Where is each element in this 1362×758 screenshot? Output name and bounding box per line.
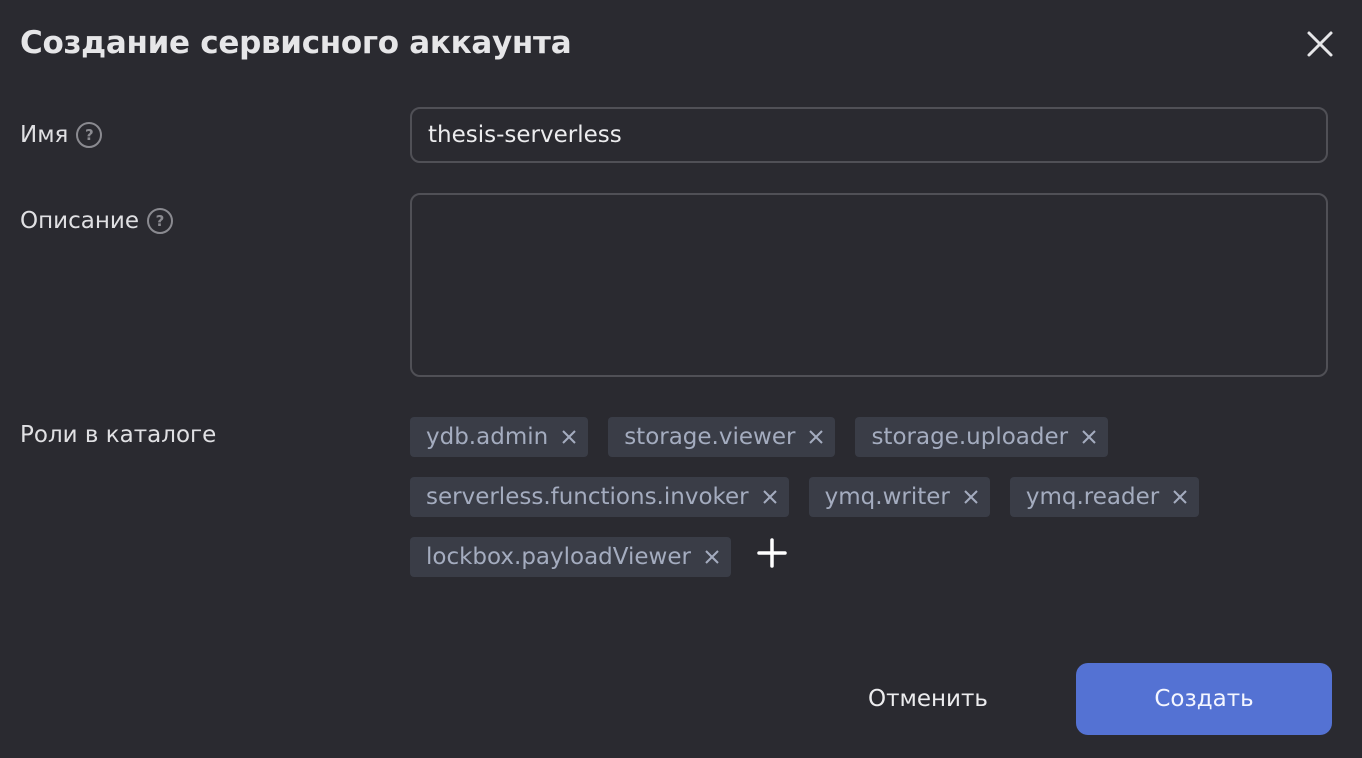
roles-row: ydb.admin storage.viewer storage.uploade… bbox=[410, 417, 1330, 457]
create-button[interactable]: Создать bbox=[1076, 663, 1332, 735]
remove-role-icon[interactable] bbox=[1171, 488, 1189, 506]
role-chip-label: serverless.functions.invoker bbox=[426, 484, 749, 510]
remove-role-icon[interactable] bbox=[560, 428, 578, 446]
roles-list: ydb.admin storage.viewer storage.uploade… bbox=[410, 417, 1330, 597]
role-chip-label: storage.uploader bbox=[871, 424, 1069, 450]
dialog-title: Создание сервисного аккаунта bbox=[20, 25, 572, 61]
role-chip: ymq.writer bbox=[808, 477, 990, 517]
role-chip: serverless.functions.invoker bbox=[410, 477, 789, 517]
name-label-row: Имя ? bbox=[20, 120, 103, 150]
role-chip: storage.uploader bbox=[855, 417, 1109, 457]
roles-row: lockbox.payloadViewer bbox=[410, 537, 1330, 577]
close-icon[interactable] bbox=[1300, 24, 1340, 64]
remove-role-icon[interactable] bbox=[807, 428, 825, 446]
name-label: Имя bbox=[20, 122, 69, 148]
cancel-button[interactable]: Отменить bbox=[848, 663, 1008, 735]
help-icon[interactable]: ? bbox=[146, 208, 173, 234]
role-chip-label: lockbox.payloadViewer bbox=[426, 544, 691, 570]
role-chip: ydb.admin bbox=[410, 417, 589, 457]
role-chip: lockbox.payloadViewer bbox=[410, 537, 731, 577]
remove-role-icon[interactable] bbox=[761, 488, 779, 506]
create-service-account-dialog: Создание сервисного аккаунта Имя ? thesi… bbox=[0, 0, 1362, 758]
remove-role-icon[interactable] bbox=[962, 488, 980, 506]
description-label: Описание bbox=[20, 208, 139, 234]
roles-label: Роли в каталоге bbox=[20, 422, 217, 448]
role-chip: storage.viewer bbox=[608, 417, 836, 457]
role-chip-label: storage.viewer bbox=[624, 424, 796, 450]
role-chip: ymq.reader bbox=[1009, 477, 1200, 517]
roles-row: serverless.functions.invoker ymq.writer … bbox=[410, 477, 1330, 517]
role-chip-label: ydb.admin bbox=[426, 424, 549, 450]
role-chip-label: ymq.reader bbox=[1025, 484, 1160, 510]
help-icon[interactable]: ? bbox=[76, 122, 103, 148]
remove-role-icon[interactable] bbox=[703, 548, 721, 566]
description-textarea[interactable] bbox=[410, 193, 1328, 377]
role-chip-label: ymq.writer bbox=[824, 484, 950, 510]
description-label-row: Описание ? bbox=[20, 206, 173, 236]
add-role-plus-icon[interactable] bbox=[755, 536, 789, 570]
remove-role-icon[interactable] bbox=[1080, 428, 1098, 446]
name-input[interactable]: thesis-serverless bbox=[410, 107, 1328, 163]
roles-label-row: Роли в каталоге bbox=[20, 420, 216, 450]
